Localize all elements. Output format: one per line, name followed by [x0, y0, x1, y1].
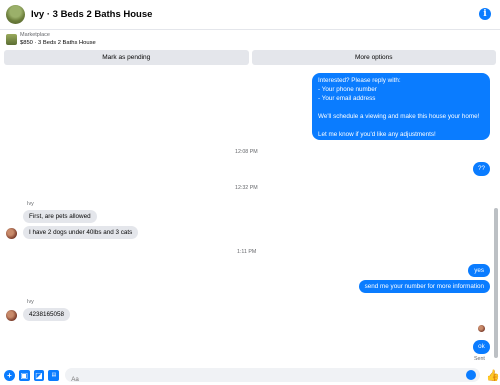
thread-scrollbar[interactable]	[494, 208, 498, 358]
conversation-title[interactable]: Ivy · 3 Beds 2 Baths House	[31, 9, 152, 20]
more-options-button[interactable]: More options	[251, 50, 496, 65]
timestamp: 12:08 PM	[235, 149, 258, 155]
sticker-icon[interactable]: ◪	[33, 369, 45, 381]
timestamp: 12:32 PM	[235, 185, 258, 191]
message-input[interactable]	[65, 372, 481, 385]
marketplace-label: Marketplace	[20, 32, 50, 38]
message-outgoing[interactable]: send me your number for more information	[358, 280, 490, 293]
listing-actions: Mark as pending More options	[4, 50, 496, 65]
listing-thumbnail	[6, 34, 17, 45]
sender-name: Ivy	[27, 201, 34, 207]
photo-icon[interactable]: ▣	[18, 369, 30, 381]
message-outgoing[interactable]: ok	[473, 340, 490, 354]
listing-bar[interactable]: Marketplace $850 · 3 Beds 2 Baths House	[0, 31, 500, 48]
contact-avatar[interactable]	[6, 228, 17, 239]
message-composer: + ▣ ◪ ▤ 👍	[0, 365, 500, 385]
messenger-window: Ivy · 3 Beds 2 Baths House i Marketplace…	[0, 0, 500, 385]
message-input-box[interactable]	[65, 368, 481, 385]
message-outgoing[interactable]: Interested? Please reply with: - Your ph…	[312, 73, 490, 140]
listing-summary: $850 · 3 Beds 2 Baths House	[20, 40, 96, 46]
conversation-header: Ivy · 3 Beds 2 Baths House i	[0, 0, 500, 30]
sent-status: Sent	[474, 356, 485, 362]
contact-avatar[interactable]	[6, 310, 17, 321]
timestamp: 1:11 PM	[237, 249, 257, 255]
message-outgoing[interactable]: yes	[468, 264, 490, 277]
plus-icon[interactable]: +	[4, 369, 15, 381]
message-incoming[interactable]: 4238165058	[23, 308, 71, 321]
like-icon[interactable]: 👍	[486, 369, 500, 382]
gif-icon[interactable]: ▤	[48, 369, 60, 381]
info-icon[interactable]: i	[479, 8, 491, 20]
read-receipt-avatar	[478, 325, 485, 332]
message-incoming[interactable]: First, are pets allowed	[23, 210, 97, 223]
message-thread[interactable]: Interested? Please reply with: - Your ph…	[0, 68, 500, 363]
message-incoming[interactable]: I have 2 dogs under 40lbs and 3 cats	[23, 226, 139, 239]
mark-pending-button[interactable]: Mark as pending	[4, 50, 249, 65]
message-outgoing[interactable]: ??	[473, 162, 490, 176]
sender-name: Ivy	[27, 299, 34, 305]
listing-avatar[interactable]	[6, 5, 25, 24]
